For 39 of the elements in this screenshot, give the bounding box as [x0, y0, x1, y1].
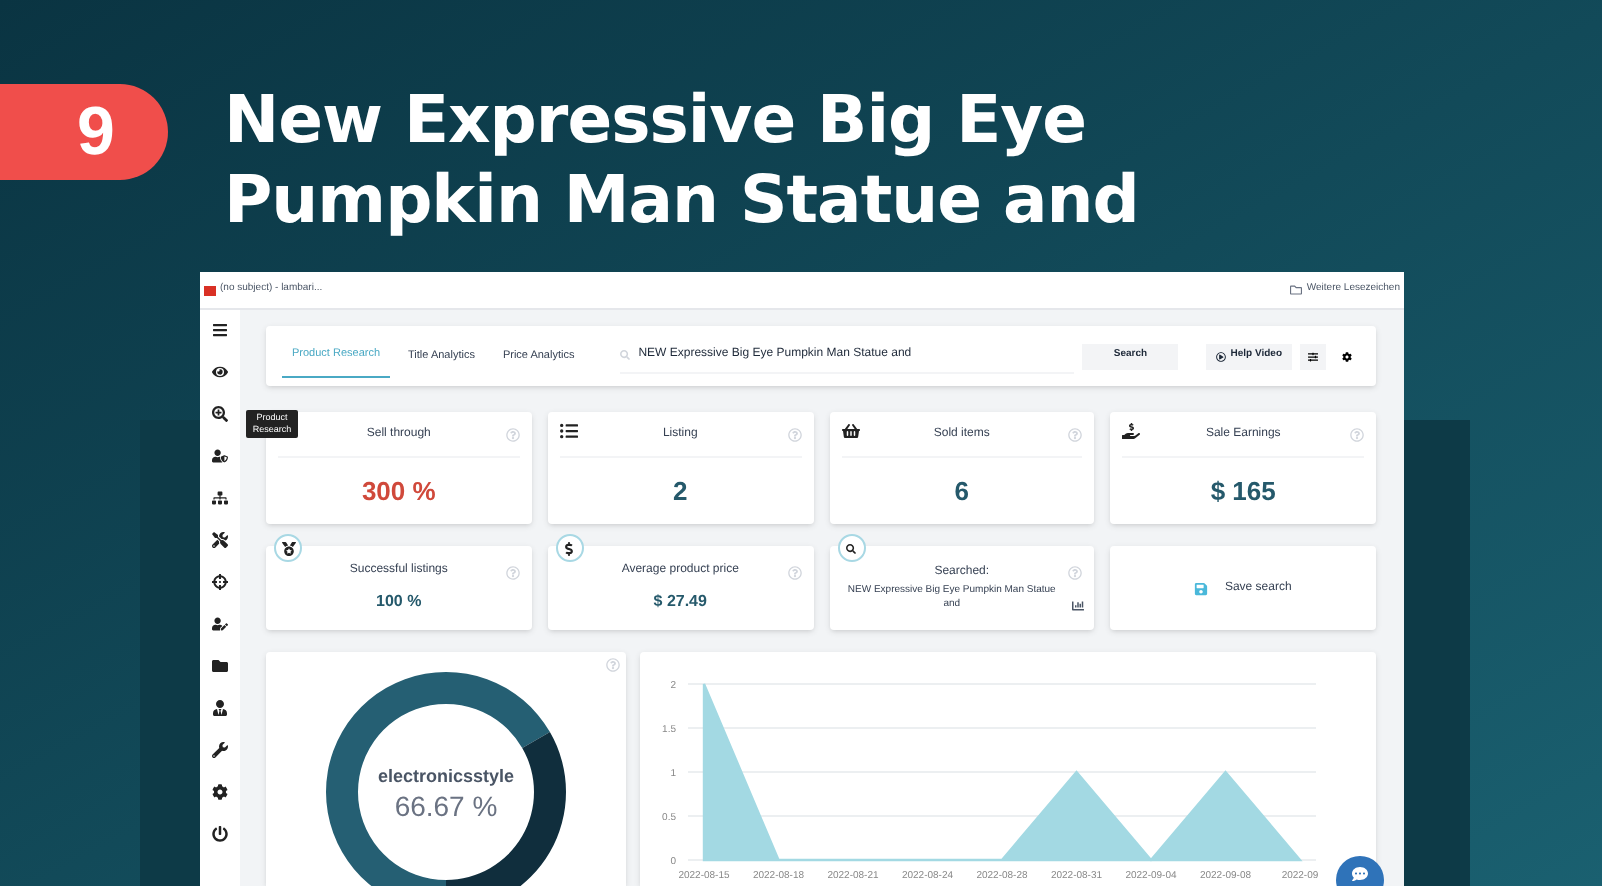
- save-icon: [1194, 581, 1209, 595]
- folder-icon[interactable]: [212, 658, 228, 674]
- medal-icon: [281, 541, 295, 555]
- banner-title: New Expressive Big Eye: [224, 80, 1089, 160]
- chat-icon: [1352, 866, 1368, 882]
- user-icon[interactable]: [212, 700, 228, 716]
- settings-icon: [1342, 351, 1352, 361]
- user-edit-icon[interactable]: [212, 616, 228, 632]
- search-icon: [846, 543, 856, 553]
- stat-value: 2: [673, 473, 688, 510]
- search-icon[interactable]: [212, 406, 228, 422]
- sitemap-icon[interactable]: [212, 490, 228, 506]
- folder-icon: [1290, 284, 1303, 296]
- card-value: $ 27.49: [653, 590, 707, 614]
- stat-value: 6: [954, 473, 969, 510]
- sliders-icon: [1308, 351, 1318, 361]
- settings-icon[interactable]: [212, 784, 228, 800]
- number-badge: 9: [0, 84, 168, 180]
- tools-icon[interactable]: [212, 532, 228, 548]
- power-icon[interactable]: [212, 826, 228, 842]
- dollar-icon: [562, 541, 577, 555]
- play-icon: [1216, 351, 1227, 361]
- stat-value: $ 165: [1210, 473, 1276, 510]
- eye-icon[interactable]: [212, 364, 228, 380]
- donut-value: 66.67 %: [394, 791, 498, 820]
- banner-title: Pumpkin Man Statue and: [224, 160, 1139, 240]
- hand-dollar-icon: [1122, 422, 1141, 440]
- menu-icon[interactable]: [212, 322, 228, 338]
- crosshair-icon[interactable]: [212, 574, 228, 590]
- person-icon[interactable]: [212, 448, 228, 464]
- search-icon: [620, 350, 631, 360]
- card-value: 100 %: [376, 590, 422, 614]
- list-icon: [559, 422, 578, 440]
- basket-icon: [841, 422, 859, 440]
- wrench-icon[interactable]: [212, 742, 228, 758]
- filter-button[interactable]: [1300, 343, 1326, 369]
- donut-label: electronicsstyle: [377, 764, 515, 791]
- stat-value: 300 %: [361, 473, 436, 510]
- chart-icon[interactable]: [1071, 600, 1084, 612]
